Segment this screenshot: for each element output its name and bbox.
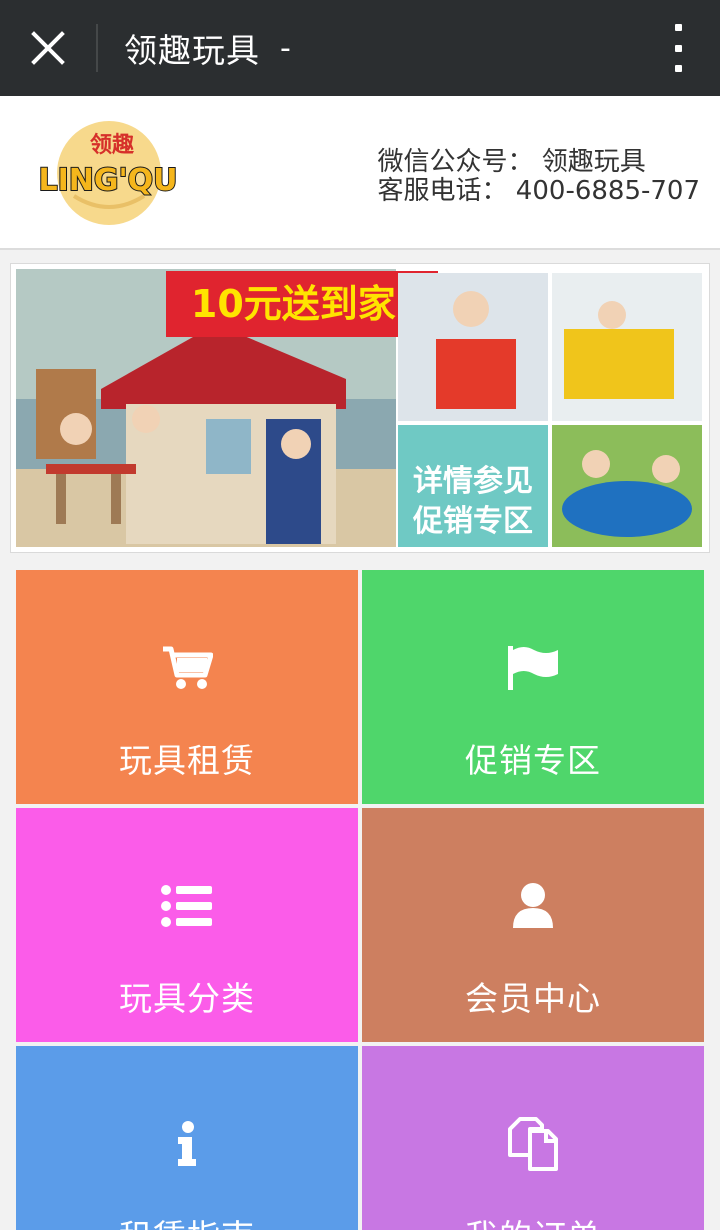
tile-label: 我的订单 bbox=[362, 1210, 704, 1230]
tile-label: 会员中心 bbox=[465, 979, 601, 1018]
tile-rental-guide[interactable]: 租赁指南 bbox=[16, 1046, 358, 1230]
app-bar: 领趣玩具 - bbox=[0, 0, 720, 96]
cart-icon bbox=[157, 638, 217, 698]
page-title-suffix: - bbox=[280, 30, 291, 66]
tile-label: 玩具分类 bbox=[119, 979, 255, 1018]
service-phone[interactable]: 客服电话： 400-6885-707 bbox=[378, 177, 700, 206]
tile-member-center[interactable]: 会员中心 bbox=[362, 808, 704, 1042]
info-icon bbox=[157, 1114, 217, 1174]
svg-text:10元送到家!: 10元送到家! bbox=[191, 282, 413, 326]
tile-toy-rental[interactable]: 玩具租赁 bbox=[16, 570, 358, 804]
promo-banner[interactable]: 10元送到家! 详情参见 促销专区 bbox=[10, 263, 710, 553]
tile-label: 租赁指南 bbox=[16, 1210, 358, 1230]
tile-my-orders[interactable]: 我的订单 bbox=[362, 1046, 704, 1230]
user-icon bbox=[503, 876, 563, 936]
tile-label: 促销专区 bbox=[465, 741, 601, 780]
tile-toy-categories[interactable]: 玩具分类 bbox=[16, 808, 358, 1042]
more-dot-icon bbox=[674, 65, 682, 72]
list-icon bbox=[157, 876, 217, 936]
more-dot-icon bbox=[674, 24, 682, 31]
tile-label: 玩具租赁 bbox=[119, 741, 255, 780]
contact-info: 微信公众号： 领趣玩具 客服电话： 400-6885-707 bbox=[378, 148, 700, 206]
more-dot-icon bbox=[674, 44, 682, 52]
banner-image: 10元送到家! 详情参见 促销专区 bbox=[16, 269, 702, 547]
title-divider bbox=[96, 24, 98, 72]
svg-text:领趣: 领趣 bbox=[90, 132, 134, 158]
feature-grid: 玩具租赁 促销专区 玩具分类 会员中心 bbox=[16, 570, 706, 1230]
copy-icon bbox=[503, 1114, 563, 1174]
wechat-account: 微信公众号： 领趣玩具 bbox=[377, 147, 646, 177]
more-options-button[interactable] bbox=[658, 24, 698, 72]
lingqu-logo: 领趣 LING'QU bbox=[37, 121, 179, 225]
close-button[interactable] bbox=[0, 0, 96, 96]
store-header: 领趣 LING'QU 微信公众号： 领趣玩具 客服电话： 400-6885-70… bbox=[0, 96, 720, 250]
flag-icon bbox=[503, 638, 563, 698]
svg-text:LING'QU: LING'QU bbox=[38, 163, 177, 198]
page-title: 领趣玩具 bbox=[124, 31, 260, 70]
svg-text:详情参见: 详情参见 bbox=[413, 464, 533, 499]
tile-promotions[interactable]: 促销专区 bbox=[362, 570, 704, 804]
close-icon bbox=[31, 31, 65, 65]
svg-text:促销专区: 促销专区 bbox=[412, 504, 533, 539]
